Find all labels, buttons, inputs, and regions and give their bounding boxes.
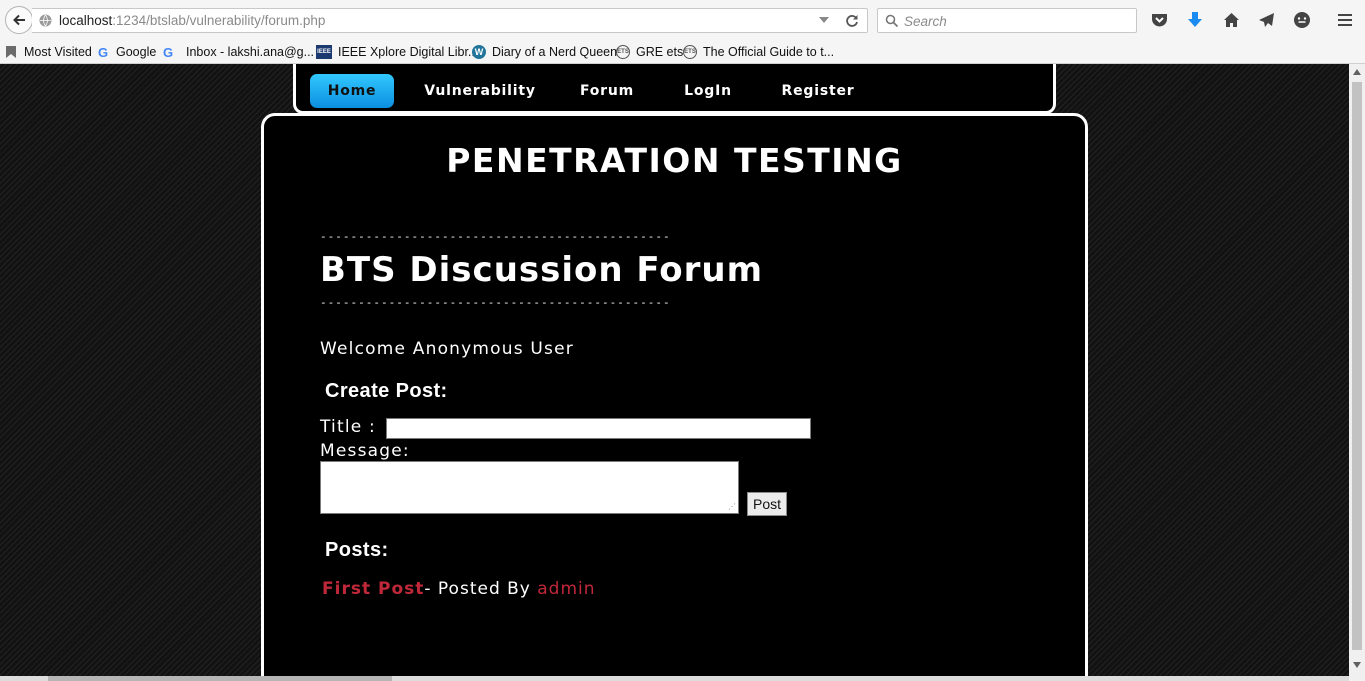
send-icon[interactable] — [1256, 10, 1276, 30]
scroll-down-arrow-icon[interactable] — [1353, 662, 1361, 668]
search-bar[interactable]: Search — [877, 8, 1137, 33]
welcome-message: Welcome Anonymous User — [320, 339, 574, 359]
message-textarea[interactable] — [320, 461, 739, 514]
bookmark-google[interactable]: G Google — [96, 43, 156, 61]
resize-grip-icon[interactable]: ⋰ — [728, 503, 736, 511]
globe-icon — [39, 14, 52, 27]
reload-icon[interactable] — [844, 13, 860, 29]
search-placeholder: Search — [904, 14, 947, 29]
nav-home[interactable]: Home — [310, 74, 394, 108]
scroll-up-arrow-icon[interactable] — [1353, 69, 1361, 75]
google-icon: G — [97, 44, 109, 60]
title-label: Title : — [320, 417, 376, 437]
back-button[interactable] — [5, 6, 33, 34]
nav-vulnerability[interactable]: Vulnerability — [422, 74, 538, 108]
nav-login[interactable]: LogIn — [672, 74, 744, 108]
nav-forum[interactable]: Forum — [568, 74, 646, 108]
divider-top: ----------------------------------------… — [320, 230, 671, 243]
ets-icon: ETS — [616, 45, 630, 59]
ets-icon: ETS — [683, 45, 697, 59]
hscrollbar-thumb[interactable] — [48, 676, 392, 681]
title-input[interactable] — [386, 418, 811, 439]
pocket-icon[interactable] — [1149, 10, 1169, 30]
chat-icon[interactable] — [1292, 10, 1312, 30]
message-label: Message: — [320, 441, 410, 461]
url-text: localhost:1234/btslab/vulnerability/foru… — [59, 13, 326, 28]
home-icon[interactable] — [1221, 10, 1241, 30]
browser-toolbar: localhost:1234/btslab/vulnerability/foru… — [0, 0, 1365, 40]
scroll-corner — [1349, 676, 1365, 681]
bookmark-official-guide[interactable]: ETS The Official Guide to t... — [683, 43, 834, 61]
post-author-link[interactable]: admin — [537, 579, 595, 599]
wordpress-icon: W — [472, 45, 486, 59]
google-icon: G — [162, 44, 174, 60]
url-bar[interactable]: localhost:1234/btslab/vulnerability/foru… — [32, 8, 868, 33]
ieee-icon: IEEE — [316, 45, 332, 59]
bookmark-gre-ets[interactable]: ETS GRE ets — [616, 43, 683, 61]
bookmark-star-icon — [4, 45, 18, 59]
horizontal-scrollbar[interactable] — [0, 676, 1349, 681]
search-icon — [885, 14, 899, 28]
menu-icon[interactable] — [1335, 10, 1355, 30]
scrollbar-thumb[interactable] — [1352, 82, 1362, 650]
posts-heading: Posts: — [325, 539, 389, 561]
create-post-heading: Create Post: — [325, 380, 448, 402]
bookmark-inbox[interactable]: G Inbox - lakshi.ana@g... — [161, 43, 314, 61]
nav-bar: Home Vulnerability Forum LogIn Register — [293, 64, 1056, 114]
nav-menu: Home Vulnerability Forum LogIn Register — [296, 74, 1056, 108]
post-item: First Post- Posted By admin — [322, 579, 596, 599]
vertical-scrollbar[interactable] — [1349, 64, 1365, 676]
bookmark-most-visited[interactable]: Most Visited — [4, 43, 92, 61]
download-icon[interactable] — [1185, 10, 1205, 30]
divider-bottom: ----------------------------------------… — [320, 296, 671, 309]
bookmark-ieee[interactable]: IEEE IEEE Xplore Digital Libr... — [316, 43, 478, 61]
page-viewport: Home Vulnerability Forum LogIn Register … — [0, 64, 1349, 676]
forum-title: BTS Discussion Forum — [320, 250, 764, 290]
content-panel: PENETRATION TESTING --------------------… — [261, 113, 1088, 676]
post-button[interactable]: Post — [747, 492, 787, 516]
site-title: PENETRATION TESTING — [446, 141, 903, 180]
posted-by-text: - Posted By — [424, 579, 531, 599]
nav-register[interactable]: Register — [770, 74, 866, 108]
back-arrow-icon — [13, 14, 25, 26]
chevron-down-icon[interactable] — [818, 15, 830, 25]
bookmarks-bar: Most Visited G Google G Inbox - lakshi.ana… — [0, 40, 1365, 64]
bookmark-nerd-queen[interactable]: W Diary of a Nerd Queen — [472, 43, 617, 61]
post-title-link[interactable]: First Post — [322, 579, 424, 599]
